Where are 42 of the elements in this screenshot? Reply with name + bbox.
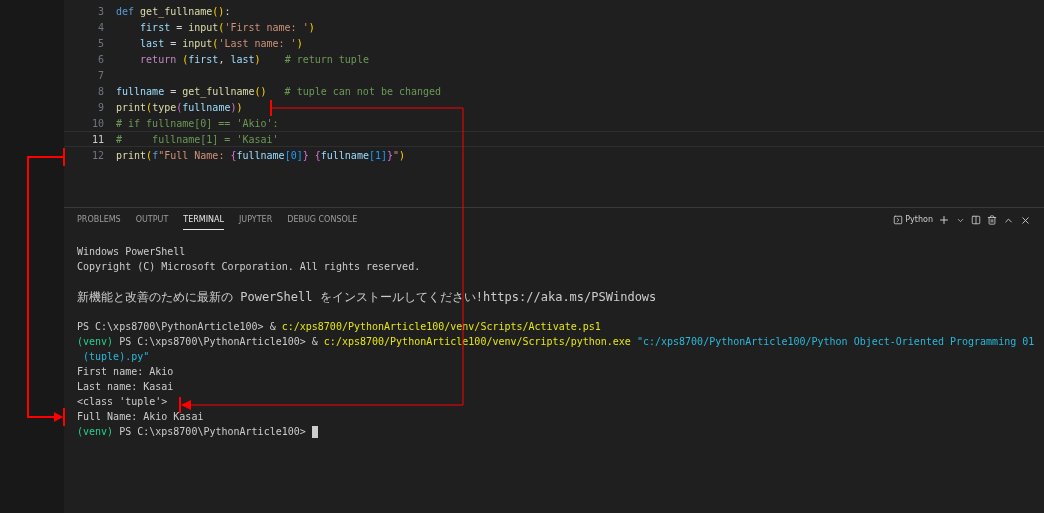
- code-line: last = input('Last name: '): [139, 36, 303, 51]
- line-number: 8: [96, 84, 104, 99]
- line-number: 6: [96, 52, 104, 67]
- terminal-line: 新機能と改善のために最新の PowerShell をインストールしてください!https://aka.ms/PSWindows: [77, 288, 657, 306]
- add-icon[interactable]: [938, 214, 950, 226]
- panel-tab[interactable]: PROBLEMS: [77, 210, 121, 230]
- terminal-profile-button[interactable]: Python: [893, 214, 933, 226]
- terminal-line: Copyright (C) Microsoft Corporation. All rights reserved.: [77, 260, 421, 274]
- terminal-line: (venv) PS C:\xps8700\PythonArticle100>: [77, 425, 307, 439]
- close-icon[interactable]: [1020, 214, 1031, 226]
- panel-tab[interactable]: JUPYTER: [238, 210, 273, 230]
- terminal-line: (tuple).py": [82, 350, 150, 364]
- line-number: 7: [96, 68, 104, 83]
- line-number: 4: [96, 20, 104, 35]
- panel-tab[interactable]: DEBUG CONSOLE: [287, 210, 358, 230]
- code-line: return (first, last) # return tuple: [139, 52, 369, 67]
- line-number: 5: [96, 36, 104, 51]
- line-number: 12: [90, 148, 104, 163]
- terminal-line: First name: Akio: [77, 365, 174, 379]
- terminal-line: PS C:\xps8700\PythonArticle100> & c:/xps8700/PythonArticle100/venv/Scripts/Activate.ps1: [77, 320, 601, 334]
- code-line: first = input('First name: '): [139, 20, 315, 35]
- code-line: fullname = get_fullname() # tuple can not be changed: [116, 84, 442, 99]
- code-line: # fullname[1] = 'Kasai': [116, 132, 279, 147]
- terminal-line: Windows PowerShell: [77, 245, 186, 259]
- code-line: # if fullname[0] == 'Akio':: [116, 116, 279, 131]
- panel-tab[interactable]: OUTPUT: [135, 210, 169, 230]
- trash-icon[interactable]: [987, 215, 997, 225]
- terminal-line: Last name: Kasai: [77, 380, 174, 394]
- code-line: print(f"Full Name: {fullname[0]} {fullname[1]}"): [116, 148, 406, 163]
- terminal-line: Full Name: Akio Kasai: [77, 410, 204, 424]
- terminal-line: (venv) PS C:\xps8700\PythonArticle100> & c:/xps8700/PythonArticle100/venv/Scripts/python.exe "c:/xps8700/PythonArticle100/Python Object-Oriented Programming 01: [77, 335, 1035, 349]
- terminal-line: <class 'tuple'>: [77, 395, 168, 409]
- line-number: 9: [96, 100, 104, 115]
- line-number: 3: [96, 4, 104, 19]
- code-line: def get_fullname():: [116, 4, 231, 19]
- profile-label: Python: [905, 214, 933, 226]
- line-number: 11: [90, 132, 104, 147]
- code-line: print(type(fullname)): [116, 100, 243, 115]
- terminal-icon: [893, 215, 904, 225]
- line-number: 10: [90, 116, 104, 131]
- panel-tab[interactable]: TERMINAL: [183, 210, 224, 230]
- split-icon[interactable]: [971, 215, 981, 225]
